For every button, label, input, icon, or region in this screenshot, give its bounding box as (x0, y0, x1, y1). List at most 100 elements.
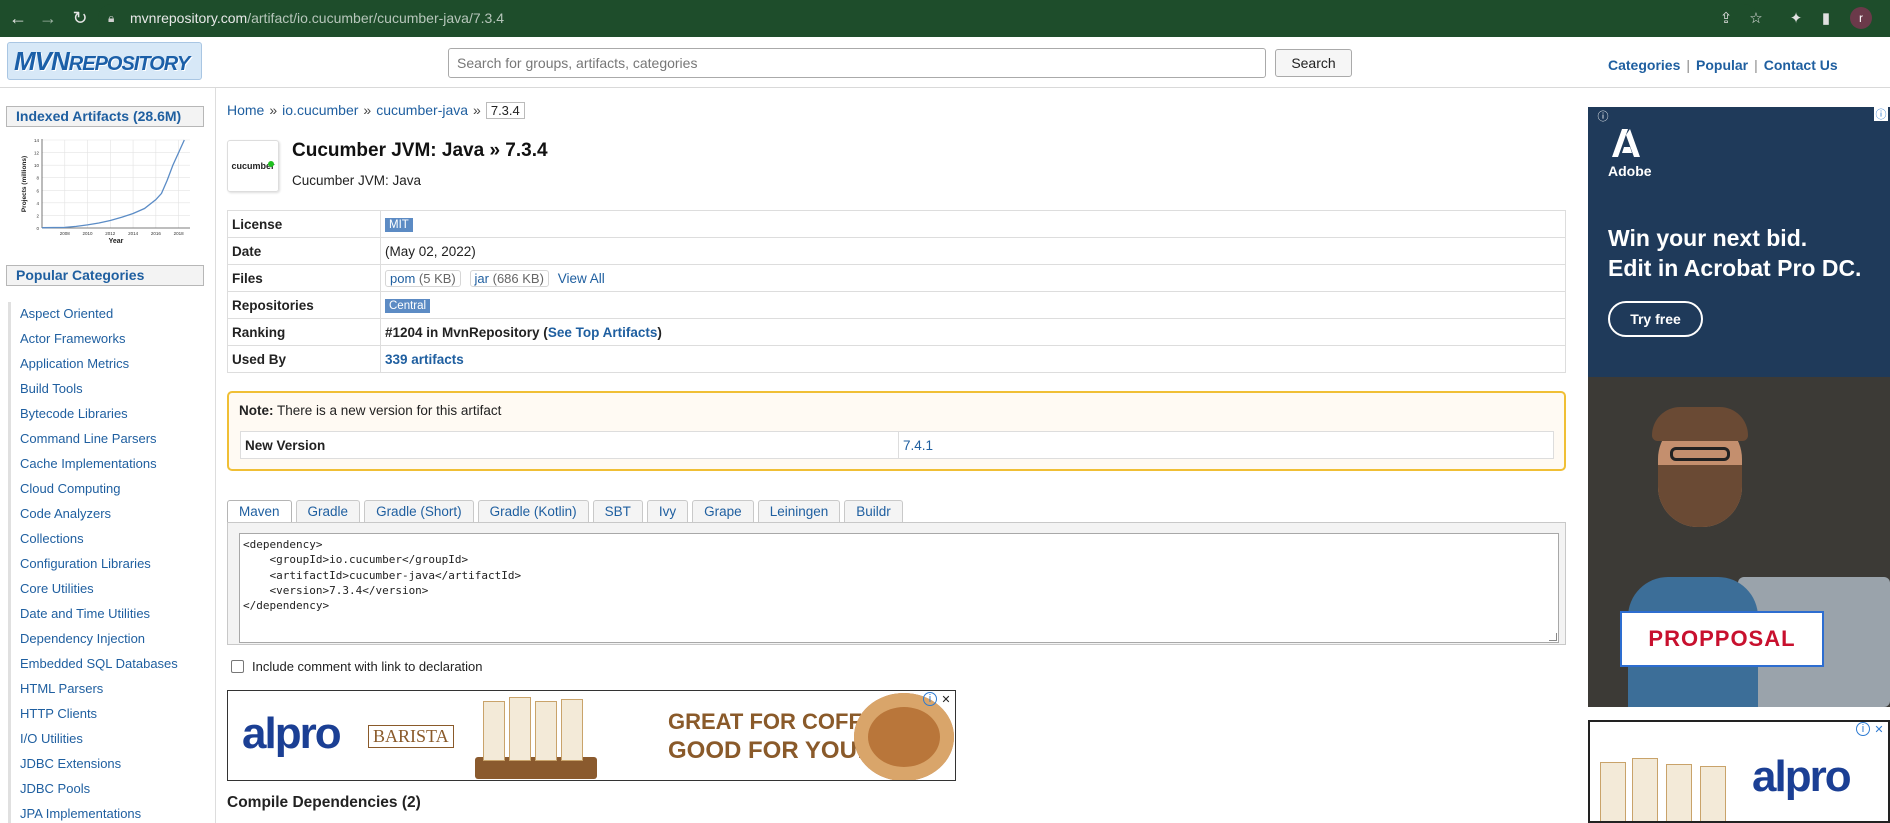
tab-gradle-short[interactable]: Gradle (Short) (364, 500, 474, 523)
search-button[interactable]: Search (1275, 49, 1352, 77)
used-by-link[interactable]: 339 artifacts (385, 352, 464, 367)
bookmark-star-icon[interactable]: ☆ (1744, 6, 1768, 30)
ad-info-icon[interactable]: ⓘ (1874, 107, 1888, 121)
dependency-snippet-textarea[interactable]: <dependency> <groupId>io.cucumber</group… (239, 533, 1559, 643)
product-cartons-image (1600, 758, 1740, 821)
indexed-artifacts-title[interactable]: Indexed Artifacts (28.6M) (6, 106, 204, 127)
breadcrumb-group[interactable]: io.cucumber (282, 102, 358, 118)
category-link[interactable]: JDBC Pools (8, 777, 208, 802)
back-arrow-icon[interactable]: ← (6, 6, 30, 30)
pom-download-link[interactable]: pom (390, 271, 415, 286)
category-link[interactable]: Build Tools (8, 377, 208, 402)
category-link[interactable]: Collections (8, 527, 208, 552)
breadcrumb-artifact[interactable]: cucumber-java (376, 102, 468, 118)
category-link[interactable]: JDBC Extensions (8, 752, 208, 777)
category-link[interactable]: Date and Time Utilities (8, 602, 208, 627)
new-version-note: Note: There is a new version for this ar… (227, 391, 1566, 471)
category-link[interactable]: JPA Implementations (8, 802, 208, 823)
tab-buildr[interactable]: Buildr (844, 500, 903, 523)
category-link[interactable]: Embedded SQL Databases (8, 652, 208, 677)
ad-info-icon[interactable]: i (923, 692, 937, 706)
category-link[interactable]: HTML Parsers (8, 677, 208, 702)
tab-sbt[interactable]: SBT (592, 500, 643, 523)
used-by-label: Used By (227, 345, 381, 373)
ad-info-icon[interactable]: i (1856, 722, 1870, 736)
ad-headline-2: GOOD FOR YOU! (668, 737, 865, 764)
license-badge[interactable]: MIT (385, 218, 413, 232)
category-link[interactable]: Core Utilities (8, 577, 208, 602)
category-link[interactable]: Aspect Oriented (8, 302, 208, 327)
table-row: Date (May 02, 2022) (227, 237, 1566, 265)
popular-categories-title[interactable]: Popular Categories (6, 265, 204, 286)
tab-maven[interactable]: Maven (227, 500, 292, 523)
include-comment-label: Include comment with link to declaration (252, 659, 483, 674)
browser-toolbar: ← → ↻ 🔒︎ mvnrepository.com/artifact/io.c… (0, 0, 1890, 37)
new-version-link[interactable]: 7.4.1 (903, 438, 933, 453)
tab-gradle[interactable]: Gradle (295, 500, 361, 523)
breadcrumb-home[interactable]: Home (227, 102, 264, 118)
tab-grape[interactable]: Grape (692, 500, 754, 523)
categories-link[interactable]: Categories (1608, 57, 1680, 73)
forward-arrow-icon[interactable]: → (36, 6, 60, 30)
header-nav: Categories | Popular | Contact Us (1608, 57, 1838, 73)
include-comment-checkbox[interactable] (231, 660, 244, 673)
ad-headline-1: Win your next bid. (1608, 225, 1808, 251)
table-row: Used By 339 artifacts (227, 345, 1566, 373)
jar-download-link[interactable]: jar (475, 271, 489, 286)
see-top-artifacts-link[interactable]: See Top Artifacts (548, 325, 658, 340)
y-tick-label: 0 (36, 226, 39, 231)
license-label: License (227, 210, 381, 238)
tab-gradle-kotlin[interactable]: Gradle (Kotlin) (477, 500, 589, 523)
resize-handle[interactable] (1549, 633, 1557, 641)
alpro-side-ad[interactable]: alpro i ✕ (1588, 720, 1890, 823)
category-link[interactable]: Cache Implementations (8, 452, 208, 477)
tab-leiningen[interactable]: Leiningen (757, 500, 841, 523)
try-free-button[interactable]: Try free (1608, 301, 1703, 337)
reload-icon[interactable]: ↻ (68, 6, 92, 30)
sidepanel-icon[interactable]: ▮ (1814, 6, 1838, 30)
profile-avatar[interactable]: r (1850, 7, 1872, 29)
popular-link[interactable]: Popular (1696, 57, 1748, 73)
ranking-value: #1204 in MvnRepository ( (385, 324, 548, 340)
contact-us-link[interactable]: Contact Us (1764, 57, 1838, 73)
category-link[interactable]: Dependency Injection (8, 627, 208, 652)
x-tick-label: 2012 (105, 231, 116, 236)
ad-close-icon[interactable]: ✕ (939, 692, 953, 706)
proposal-text-box[interactable]: PROPPOSAL (1620, 611, 1824, 667)
search-input[interactable] (448, 48, 1266, 78)
category-link[interactable]: I/O Utilities (8, 727, 208, 752)
tab-ivy[interactable]: Ivy (646, 500, 689, 523)
table-row: License MIT (227, 210, 1566, 238)
pom-file: pom (5 KB) (385, 269, 461, 287)
table-row: Ranking #1204 in MvnRepository (See Top … (227, 318, 1566, 346)
alpro-ad-banner[interactable]: alpro BARISTA GREAT FOR COFFEE GOOD FOR … (227, 690, 956, 781)
note-text: Note: There is a new version for this ar… (239, 403, 502, 418)
category-link[interactable]: Bytecode Libraries (8, 402, 208, 427)
category-link[interactable]: Command Line Parsers (8, 427, 208, 452)
build-tool-tabs: Maven Gradle Gradle (Short) Gradle (Kotlin)… (227, 500, 907, 523)
ad-choices-icon[interactable]: ⓘ (1596, 109, 1610, 123)
page-subtitle: Cucumber JVM: Java (292, 173, 422, 188)
category-link[interactable]: Code Analyzers (8, 502, 208, 527)
ranking-label: Ranking (227, 318, 381, 346)
address-bar[interactable]: 🔒︎ mvnrepository.com/artifact/io.cucumbe… (98, 4, 1758, 32)
category-link[interactable]: Actor Frameworks (8, 327, 208, 352)
category-link[interactable]: Configuration Libraries (8, 552, 208, 577)
jar-file: jar (686 KB) (469, 269, 549, 287)
adobe-ad[interactable]: Adobe Win your next bid. Edit in Acrobat… (1588, 107, 1890, 707)
mvnrepository-logo[interactable]: MVNREPOSITORY (7, 42, 202, 80)
view-all-files-link[interactable]: View All (558, 271, 605, 286)
category-link[interactable]: HTTP Clients (8, 702, 208, 727)
alpro-logo: alpro (242, 709, 342, 758)
share-icon[interactable]: ⇪ (1714, 6, 1738, 30)
category-link[interactable]: Cloud Computing (8, 477, 208, 502)
repository-badge[interactable]: Central (385, 299, 431, 313)
ad-close-icon[interactable]: ✕ (1872, 722, 1886, 736)
proposal-text: PROPPOSAL (1648, 626, 1796, 651)
extensions-icon[interactable]: ✦ (1784, 6, 1808, 30)
page-title: Cucumber JVM: Java » 7.3.4 (292, 140, 548, 161)
ad-headline-2: Edit in Acrobat Pro DC. (1608, 255, 1862, 281)
left-sidebar: Indexed Artifacts (28.6M) 0 2 4 6 8 10 12 14 20… (0, 88, 216, 823)
category-link[interactable]: Application Metrics (8, 352, 208, 377)
product-cartons-image (475, 695, 597, 779)
